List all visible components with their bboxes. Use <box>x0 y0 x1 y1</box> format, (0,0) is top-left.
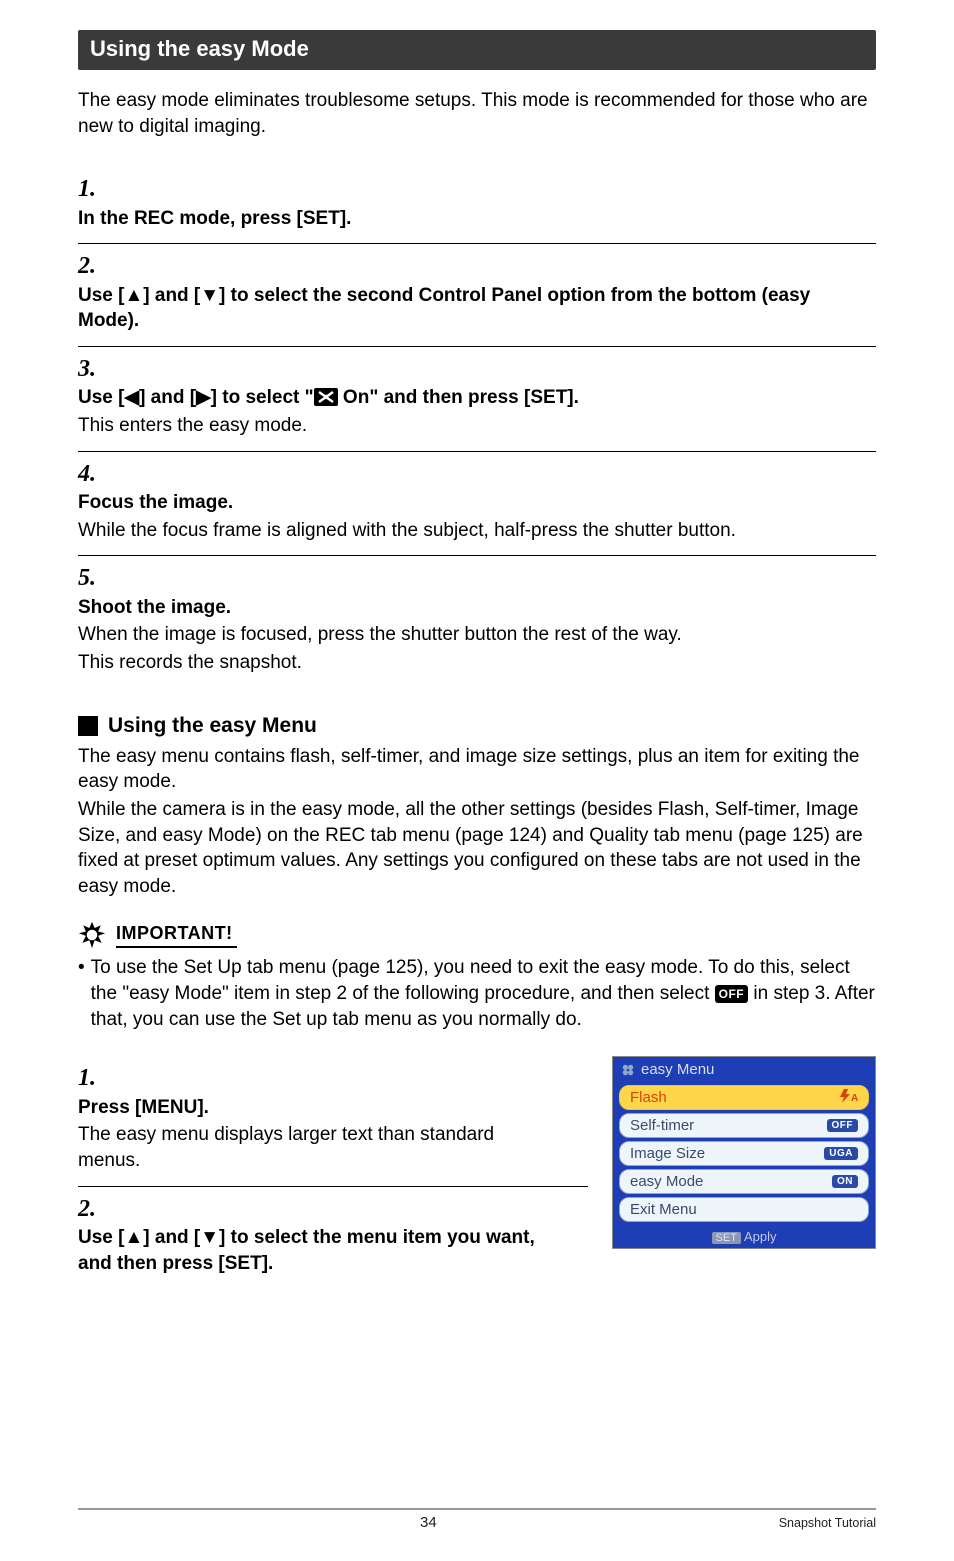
step-b2: 2. Use [▲] and [▼] to select the menu it… <box>78 1186 588 1289</box>
step-b1: 1. Press [MENU]. The easy menu displays … <box>78 1056 588 1185</box>
easy-menu-paragraph-1: The easy menu contains flash, self-timer… <box>78 744 876 795</box>
menu-footer: SETApply <box>613 1227 875 1248</box>
menu-item-label: Exit Menu <box>630 1201 697 1218</box>
menu-item-label: Flash <box>630 1089 667 1106</box>
page-footer: 34 Snapshot Tutorial <box>78 1508 876 1531</box>
step-number: 4. <box>78 458 110 490</box>
step-number: 2. <box>78 250 110 282</box>
step-4: 4. Focus the image. While the focus fram… <box>78 451 876 556</box>
important-row: IMPORTANT! <box>78 921 876 949</box>
step-number: 2. <box>78 1193 110 1225</box>
step-title: In the REC mode, press [SET]. <box>78 208 351 229</box>
menu-item-value: UGA <box>824 1147 858 1160</box>
step-desc-line2: This records the snapshot. <box>78 648 840 676</box>
svg-text:A: A <box>851 1093 858 1103</box>
square-bullet-icon <box>78 716 98 736</box>
menu-item-value: A <box>838 1089 858 1106</box>
easy-menu-screenshot: easy Menu Flash A Self-timer OFF Image S… <box>612 1056 876 1249</box>
footer-breadcrumb: Snapshot Tutorial <box>779 1516 876 1530</box>
step-title-post: On" and then press [SET]. <box>338 387 579 408</box>
step-title: Use [◀] and [▶] to select " On" and then… <box>78 387 579 408</box>
menu-item-label: Self-timer <box>630 1117 694 1134</box>
step-desc-line1: When the image is focused, press the shu… <box>78 620 840 648</box>
menu-item-label: Image Size <box>630 1145 705 1162</box>
step-number: 5. <box>78 562 110 594</box>
important-label: IMPORTANT! <box>116 923 237 948</box>
menu-item-value: OFF <box>827 1119 859 1132</box>
menu-footer-text: Apply <box>744 1229 777 1244</box>
sub-heading-row: Using the easy Menu <box>78 714 876 738</box>
easy-menu-paragraph-2: While the camera is in the easy mode, al… <box>78 797 876 900</box>
off-badge-icon: OFF <box>715 985 749 1003</box>
step-title: Press [MENU]. <box>78 1097 209 1118</box>
section-heading: Using the easy Mode <box>78 30 876 70</box>
bullet-dot-icon: • <box>78 955 85 1032</box>
step-desc: While the focus frame is aligned with th… <box>78 516 840 544</box>
menu-item-label: easy Mode <box>630 1173 703 1190</box>
clover-icon <box>621 1063 635 1077</box>
important-bullet-text: To use the Set Up tab menu (page 125), y… <box>91 955 876 1032</box>
step-number: 3. <box>78 353 110 385</box>
step-3: 3. Use [◀] and [▶] to select " On" and t… <box>78 346 876 451</box>
important-burst-icon <box>78 921 106 949</box>
easy-mode-x-icon <box>314 388 338 406</box>
step-desc: This enters the easy mode. <box>78 411 840 439</box>
step-number: 1. <box>78 1062 110 1094</box>
menu-item-exit: Exit Menu <box>619 1197 869 1222</box>
step-title: Use [▲] and [▼] to select the second Con… <box>78 285 810 332</box>
page-number: 34 <box>78 1514 779 1531</box>
menu-item-imagesize: Image Size UGA <box>619 1141 869 1166</box>
step-number: 1. <box>78 173 110 205</box>
menu-title-text: easy Menu <box>641 1061 714 1078</box>
step-title-pre: Use [◀] and [▶] to select " <box>78 387 314 408</box>
menu-item-selftimer: Self-timer OFF <box>619 1113 869 1138</box>
important-bullet: • To use the Set Up tab menu (page 125),… <box>78 955 876 1032</box>
intro-paragraph: The easy mode eliminates troublesome set… <box>78 88 876 139</box>
menu-title-bar: easy Menu <box>613 1057 875 1082</box>
step-desc: The easy menu displays larger text than … <box>78 1120 552 1173</box>
step-title: Shoot the image. <box>78 597 231 618</box>
step-1: 1. In the REC mode, press [SET]. <box>78 167 876 243</box>
set-chip-icon: SET <box>712 1232 741 1244</box>
menu-item-easymode: easy Mode ON <box>619 1169 869 1194</box>
sub-heading: Using the easy Menu <box>108 714 317 738</box>
menu-item-value: ON <box>832 1175 858 1188</box>
flash-auto-icon: A <box>838 1089 858 1103</box>
step-title: Focus the image. <box>78 492 233 513</box>
menu-item-flash: Flash A <box>619 1085 869 1110</box>
step-title: Use [▲] and [▼] to select the menu item … <box>78 1227 535 1274</box>
step-2: 2. Use [▲] and [▼] to select the second … <box>78 243 876 346</box>
step-5: 5. Shoot the image. When the image is fo… <box>78 555 876 687</box>
